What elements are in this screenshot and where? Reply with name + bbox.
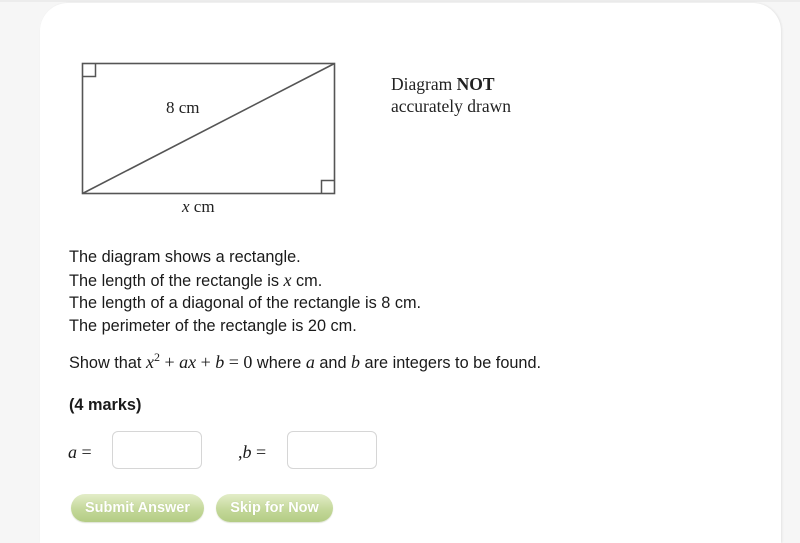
rectangle-diagram: 8 cm x cm Diagram NOT accurately drawn <box>60 51 540 226</box>
problem-line-text: The perimeter of the rectangle is 20 cm. <box>69 316 357 335</box>
math-variable-a: a <box>305 352 315 372</box>
answer-b-equals: = <box>251 442 267 462</box>
question-prefix: Show that <box>69 354 146 372</box>
answer-a-equals: = <box>77 442 92 462</box>
math-variable-b: b <box>351 352 361 372</box>
equation-plus: + <box>159 352 180 372</box>
problem-line-text: The length of a diagonal of the rectangl… <box>69 294 422 312</box>
problem-line: The diagram shows a rectangle. <box>69 246 421 269</box>
marks-label: (4 marks) <box>69 396 142 414</box>
problem-statement: The diagram shows a rectangle. The lengt… <box>69 246 421 337</box>
right-angle-marker-top-left <box>82 63 97 78</box>
equation-b: b <box>215 352 225 372</box>
problem-line-text: cm. <box>291 271 323 290</box>
diagram-note: Diagram NOT accurately drawn <box>391 73 511 117</box>
problem-line: The length of a diagonal of the rectangl… <box>69 292 421 315</box>
note-bold: NOT <box>456 74 495 94</box>
length-unit: cm <box>189 197 215 216</box>
skip-for-now-button[interactable]: Skip for Now <box>216 494 333 522</box>
question-middle: where <box>252 354 306 372</box>
right-angle-marker-bottom-right <box>320 179 335 194</box>
note-line2: accurately drawn <box>391 96 511 116</box>
problem-line-text: The length of the rectangle is <box>69 271 284 290</box>
answer-b-variable: b <box>242 442 252 462</box>
equation-x: x <box>145 352 154 372</box>
problem-line: The length of the rectangle is x cm. <box>69 269 421 293</box>
math-variable-x: x <box>283 269 292 290</box>
answer-a-input[interactable] <box>112 431 202 469</box>
diagonal-label: 8 cm <box>166 98 200 117</box>
question-and: and <box>314 354 352 372</box>
note-prefix: Diagram <box>391 74 457 94</box>
answer-b-input[interactable] <box>287 431 377 469</box>
equation-plus: + <box>196 352 216 372</box>
submit-answer-button[interactable]: Submit Answer <box>71 494 204 522</box>
equation-x: x <box>188 352 197 372</box>
question-suffix: are integers to be found. <box>360 354 542 372</box>
problem-line-text: The diagram shows a rectangle. <box>69 248 301 266</box>
top-border <box>0 0 800 2</box>
answer-b-label: ,b = <box>238 442 266 463</box>
answer-a-label: a = <box>68 442 92 463</box>
equation: x2 + ax + b = 0 <box>145 351 253 372</box>
equation-a: a <box>179 352 189 372</box>
question-prompt: Show that x2 + ax + b = 0 where a and b … <box>69 351 542 373</box>
length-variable: x <box>182 197 190 216</box>
question-card: 8 cm x cm Diagram NOT accurately drawn T… <box>40 3 781 543</box>
diagonal-line <box>82 62 335 195</box>
length-label: x cm <box>182 197 215 217</box>
answer-a-variable: a <box>68 442 77 462</box>
problem-line: The perimeter of the rectangle is 20 cm. <box>69 315 421 338</box>
equation-equals-zero: = 0 <box>224 352 253 372</box>
